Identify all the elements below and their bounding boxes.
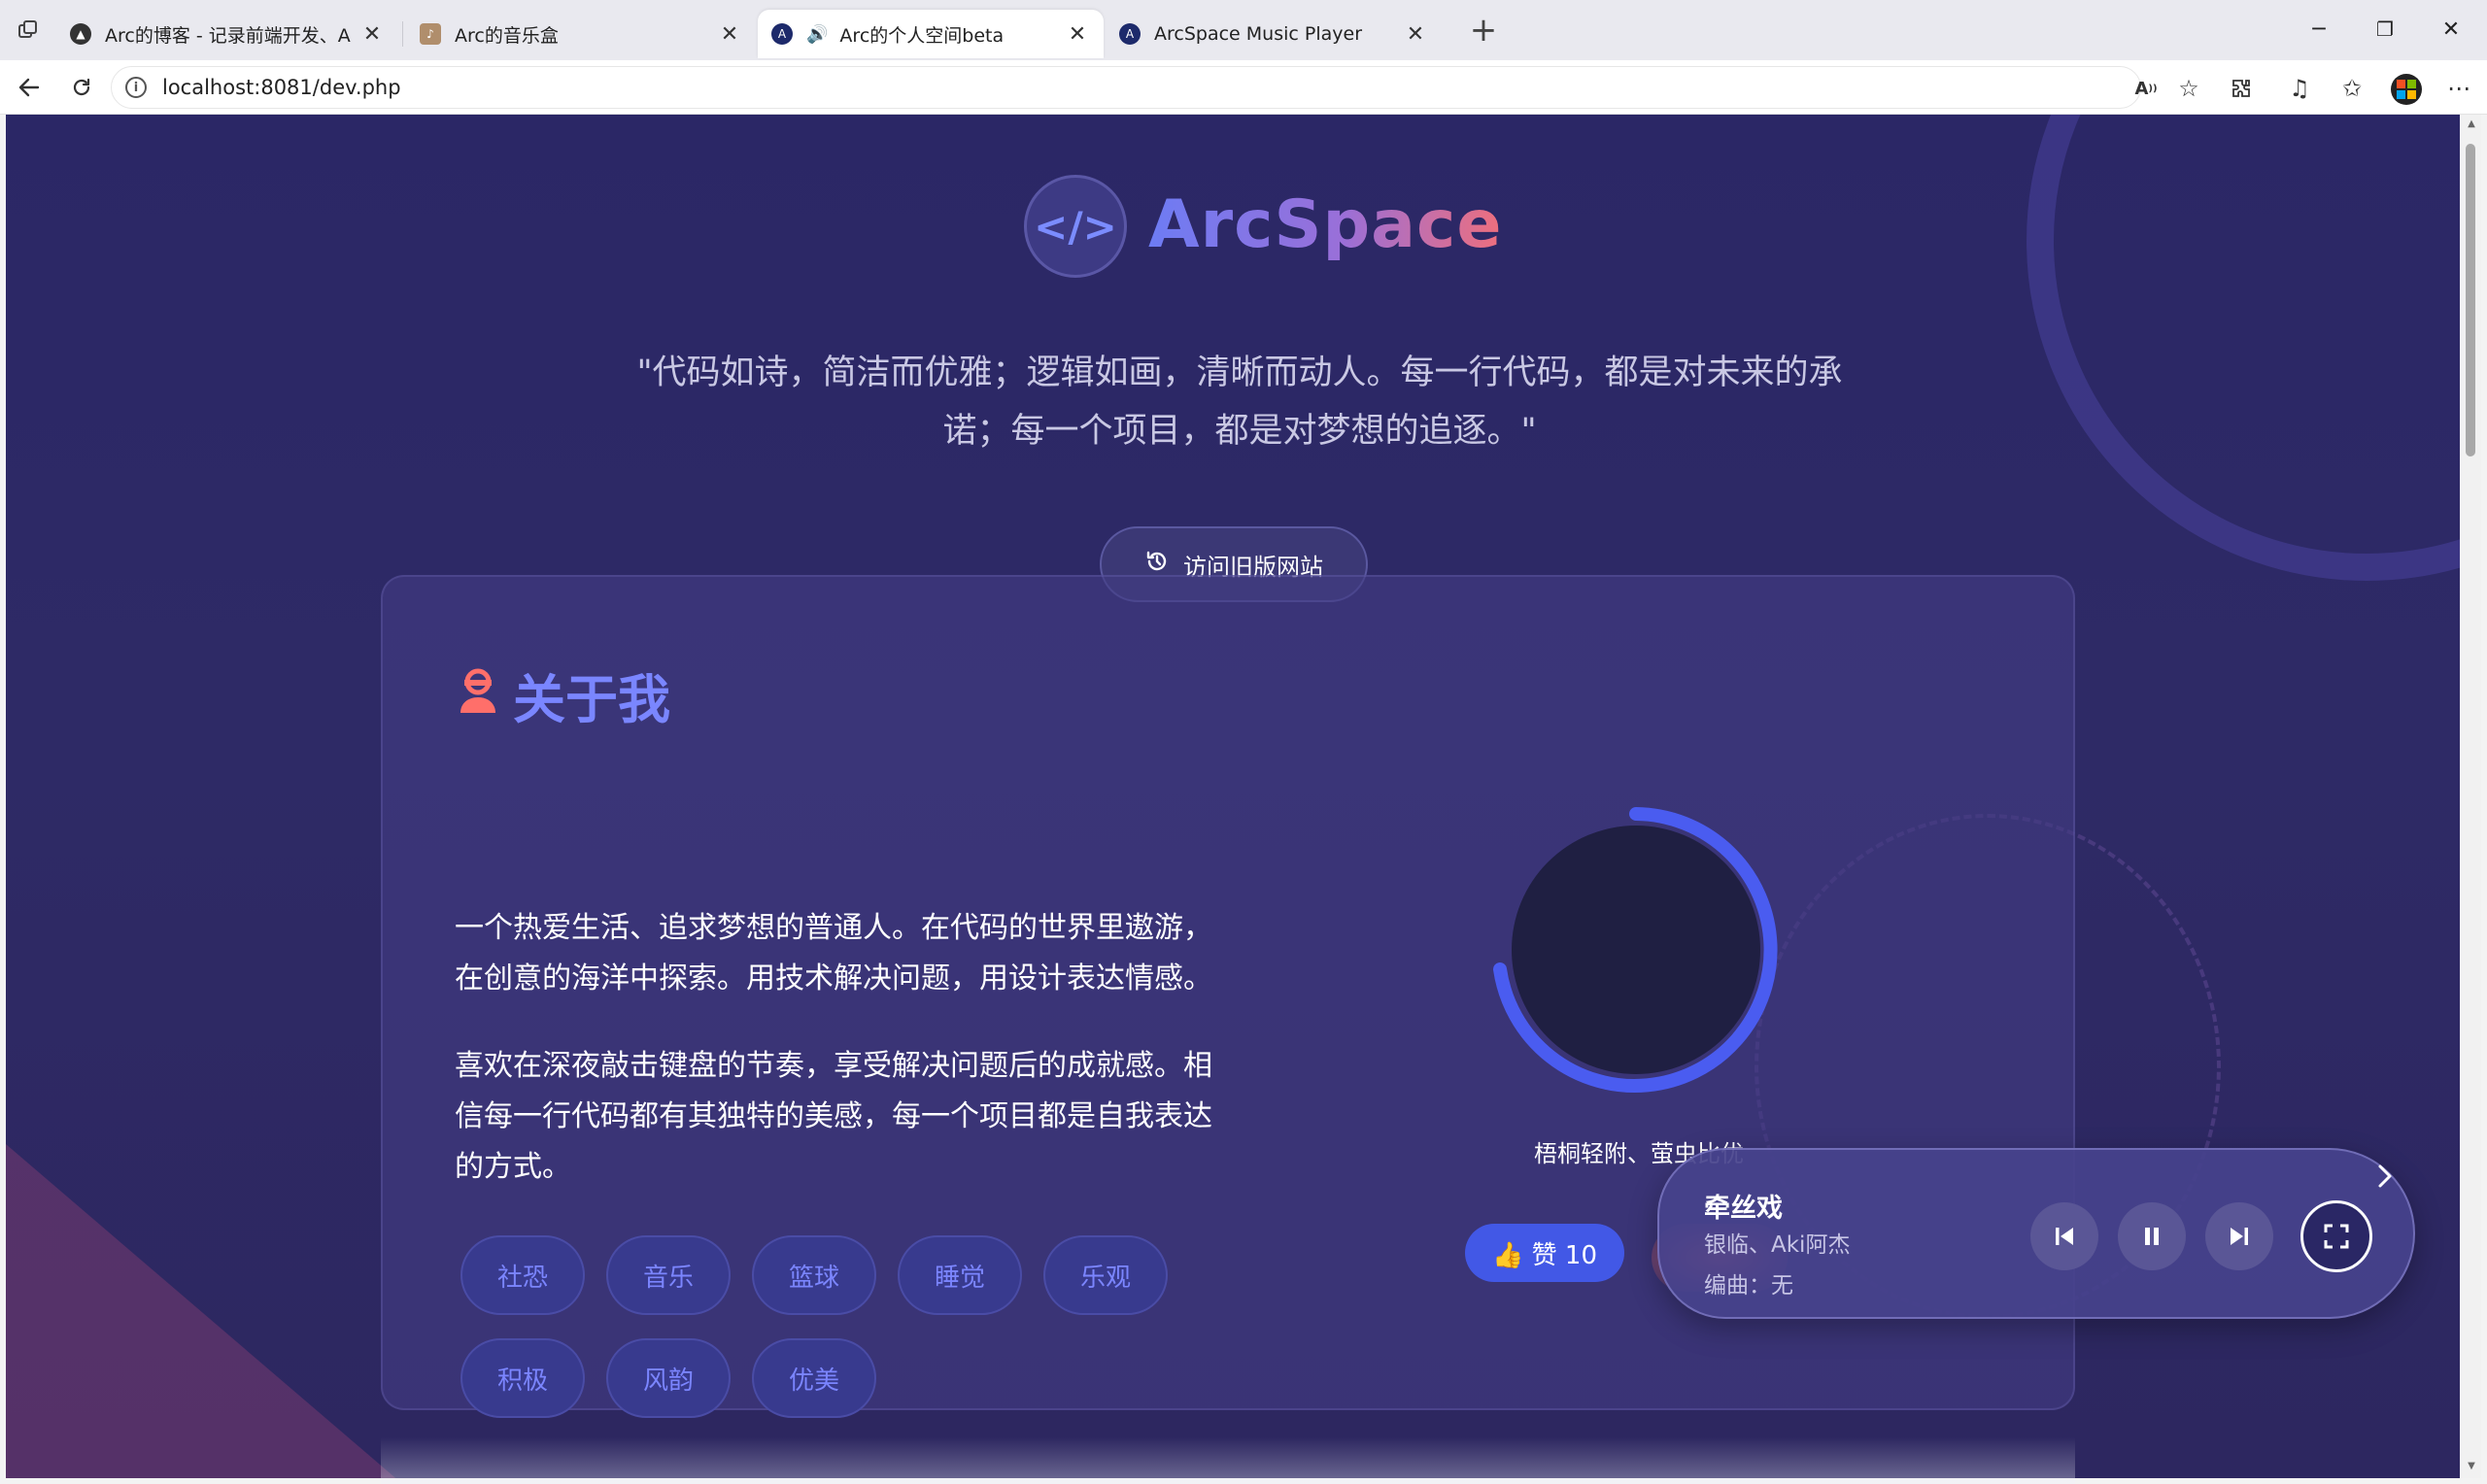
tab-blog[interactable]: ▲ Arc的博客 - 记录前端开发、AI探索 ✕ [56,10,398,58]
skip-back-icon [2056,1228,2073,1245]
more-menu-icon[interactable]: ⋯ [2442,72,2475,105]
code-logo-icon: </> [1024,175,1127,278]
tab-actions-icon[interactable] [12,14,45,47]
arc-favicon-icon: A [1119,23,1141,45]
favorites-list-icon[interactable]: ✩ [2335,72,2368,105]
song-artist: 银临、Aki阿杰 [1704,1232,1851,1258]
tab-title: ArcSpace Music Player [1154,23,1363,45]
tab-close-icon[interactable]: ✕ [1065,22,1090,47]
decorative-triangle [6,1144,414,1478]
tab-title: Arc的音乐盒 [455,24,559,47]
quote-line: 诺；每一个项目，都是对梦想的追逐。" [942,412,1537,451]
browser-toolbar: i localhost:8081/dev.php A)) ☆ ♫ ✩ ⋯ [0,60,2487,115]
profile-avatar[interactable] [2391,74,2422,105]
tab-music-box[interactable]: ♪ Arc的音乐盒 ✕ [406,10,756,58]
tab-close-icon[interactable]: ✕ [1403,22,1428,47]
tab-title: Arc的个人空间beta [839,24,1005,47]
previous-track-button[interactable] [2030,1202,2098,1270]
audio-playing-icon[interactable]: 🔊 [806,24,828,45]
tag-chip[interactable]: 篮球 [752,1235,876,1315]
about-paragraph-1: 一个热爱生活、追求梦想的普通人。在代码的世界里遨游， 在创意的海洋中探索。用技术… [455,903,1212,1004]
scroll-up-arrow-icon[interactable]: ▲ [2466,118,2477,130]
window-close-button[interactable]: ✕ [2429,12,2473,47]
minimize-button[interactable]: ─ [2297,12,2341,47]
tag-chip[interactable]: 风韵 [606,1338,731,1418]
tab-title: Arc的博客 - 记录前端开发、AI探索 [105,24,352,47]
music-box-favicon-icon: ♪ [420,23,441,45]
url-text[interactable]: localhost:8081/dev.php [162,76,401,99]
tag-chip[interactable]: 乐观 [1043,1235,1168,1315]
paragraph-line: 在创意的海洋中探索。用技术解决问题，用设计表达情感。 [455,961,1212,995]
tab-close-icon[interactable]: ✕ [359,22,385,47]
next-track-button[interactable] [2205,1202,2273,1270]
song-title: 牵丝戏 [1704,1194,1783,1224]
tag-chip[interactable]: 优美 [752,1338,876,1418]
tab-music-player[interactable]: A ArcSpace Music Player ✕ [1106,10,1442,58]
decorative-ring [2027,115,2460,581]
fullscreen-player-button[interactable] [2300,1200,2372,1272]
tag-chip[interactable]: 社恐 [460,1235,585,1315]
paragraph-line: 信每一行代码都有其独特的美感，每一个项目都是自我表达 [455,1099,1212,1133]
media-control-icon[interactable]: ♫ [2283,72,2316,105]
like-button[interactable]: 👍 赞 10 [1465,1224,1624,1282]
paragraph-line: 的方式。 [455,1150,571,1184]
scroll-down-arrow-icon[interactable]: ▼ [2466,1461,2477,1472]
read-aloud-icon[interactable]: A)) [2129,72,2163,105]
skip-forward-icon [2231,1228,2248,1245]
tab-personal-space[interactable]: A 🔊 Arc的个人空间beta ✕ [758,10,1104,58]
reload-icon[interactable] [64,70,99,105]
extensions-icon[interactable] [2225,72,2258,105]
tab-divider [402,21,403,47]
paragraph-line: 喜欢在深夜敲击键盘的节奏，享受解决问题后的成就感。相 [455,1049,1212,1083]
new-tab-button[interactable]: + [1465,11,1502,50]
expand-icon [2324,1224,2349,1249]
page-scrollbar[interactable]: ▲ ▼ [2462,115,2481,1478]
site-logo-text[interactable]: ArcSpace [1148,186,1502,263]
arc-favicon-icon: A [771,23,793,45]
scrollbar-thumb[interactable] [2466,144,2475,456]
pause-button[interactable] [2118,1202,2186,1270]
tag-chip[interactable]: 音乐 [606,1235,731,1315]
hero-quote: "代码如诗，简洁而优雅；逻辑如画，清晰而动人。每一行代码，都是对未来的承 诺；每… [628,344,1852,460]
favorite-star-icon[interactable]: ☆ [2172,72,2205,105]
logo-glyph: </> [1034,202,1117,251]
tag-chip[interactable]: 积极 [460,1338,585,1418]
back-arrow-icon[interactable] [12,70,47,105]
tab-close-icon[interactable]: ✕ [717,22,742,47]
about-title: 关于我 [513,669,670,730]
card-bottom-fade [381,1437,2075,1484]
blog-favicon-icon: ▲ [70,23,91,45]
song-composer: 编曲：无 [1704,1273,1793,1298]
avatar[interactable] [1490,804,1782,1096]
avatar-image [1512,826,1760,1074]
user-icon [460,668,495,713]
tab-bar: ▲ Arc的博客 - 记录前端开发、AI探索 ✕ ♪ Arc的音乐盒 ✕ A 🔊… [0,0,2487,60]
about-paragraph-2: 喜欢在深夜敲击键盘的节奏，享受解决问题后的成就感。相 信每一行代码都有其独特的美… [455,1041,1212,1193]
paragraph-line: 一个热爱生活、追求梦想的普通人。在代码的世界里遨游， [455,911,1212,945]
quote-line: "代码如诗，简洁而优雅；逻辑如画，清晰而动人。每一行代码，都是对未来的承 [636,354,1843,392]
address-bar[interactable]: i localhost:8081/dev.php [111,66,2141,109]
tag-chip[interactable]: 睡觉 [898,1235,1022,1315]
collapse-player-chevron-icon[interactable] [2370,1162,2400,1191]
site-info-icon[interactable]: i [125,77,147,98]
restore-button[interactable]: ❐ [2363,12,2407,47]
pause-icon [2145,1228,2159,1245]
